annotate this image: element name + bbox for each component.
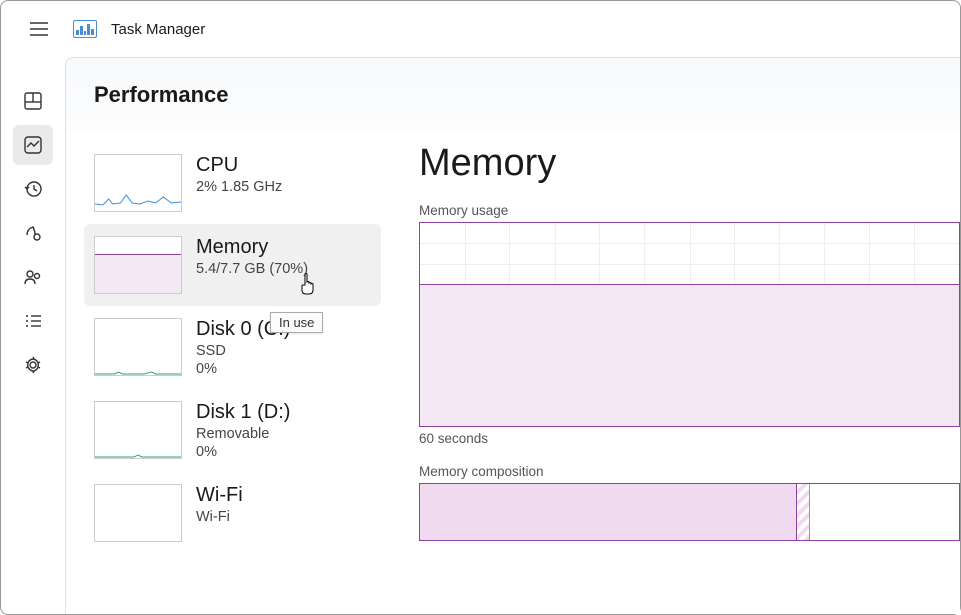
perf-name: Disk 1 (D:)	[196, 401, 290, 424]
nav-details[interactable]	[13, 301, 53, 341]
perf-sub: SSD	[196, 343, 290, 359]
details-icon	[23, 311, 43, 331]
nav-app-history[interactable]	[13, 169, 53, 209]
usage-graph-label: Memory usage	[419, 203, 960, 218]
page-title: Performance	[94, 82, 932, 108]
disk0-sparkline-icon	[95, 371, 181, 375]
perf-item-cpu[interactable]: CPU 2% 1.85 GHz	[84, 142, 381, 224]
nav-iconbar	[1, 57, 65, 614]
users-icon	[23, 267, 43, 287]
axis-label: 60 seconds	[419, 431, 960, 446]
app-title: Task Manager	[111, 21, 205, 38]
hamburger-icon	[29, 21, 49, 37]
memory-usage-graph	[419, 222, 960, 427]
perf-item-wifi[interactable]: Wi-Fi Wi-Fi	[84, 472, 381, 554]
perf-item-disk0[interactable]: Disk 0 (C:) SSD 0%	[84, 306, 381, 389]
nav-processes[interactable]	[13, 81, 53, 121]
nav-users[interactable]	[13, 257, 53, 297]
startup-icon	[23, 223, 43, 243]
perf-sub: Removable	[196, 426, 290, 442]
composition-graph-label: Memory composition	[419, 464, 960, 479]
memory-composition-graph	[419, 483, 960, 541]
detail-title: Memory	[419, 142, 960, 185]
cpu-sparkline-icon	[95, 189, 181, 209]
perf-item-memory[interactable]: Memory 5.4/7.7 GB (70%) In use	[84, 224, 381, 306]
performance-icon	[23, 135, 43, 155]
disk0-mini-graph	[94, 318, 182, 376]
perf-sub: Wi-Fi	[196, 509, 243, 525]
cpu-mini-graph	[94, 154, 182, 212]
disk1-sparkline-icon	[95, 454, 181, 458]
nav-startup[interactable]	[13, 213, 53, 253]
memory-mini-graph	[94, 236, 182, 294]
detail-pane: Memory Memory usage	[381, 142, 960, 614]
disk1-mini-graph	[94, 401, 182, 459]
perf-item-disk1[interactable]: Disk 1 (D:) Removable 0%	[84, 389, 381, 472]
perf-stat: 0%	[196, 444, 290, 460]
perf-stat: 2% 1.85 GHz	[196, 179, 282, 195]
wifi-mini-graph	[94, 484, 182, 542]
hamburger-menu-button[interactable]	[19, 11, 59, 47]
nav-performance[interactable]	[13, 125, 53, 165]
perf-stat: 0%	[196, 361, 290, 377]
perf-name: Memory	[196, 236, 308, 259]
perf-stat: 5.4/7.7 GB (70%)	[196, 261, 308, 277]
nav-services[interactable]	[13, 345, 53, 385]
perf-name: CPU	[196, 154, 282, 177]
app-logo-icon	[73, 20, 97, 38]
tooltip: In use	[270, 312, 323, 333]
history-icon	[23, 179, 43, 199]
performance-sidebar: CPU 2% 1.85 GHz Memory 5.4/7.7 GB (70%)	[66, 142, 381, 614]
settings-icon	[23, 355, 43, 375]
perf-name: Wi-Fi	[196, 484, 243, 507]
processes-icon	[23, 91, 43, 111]
